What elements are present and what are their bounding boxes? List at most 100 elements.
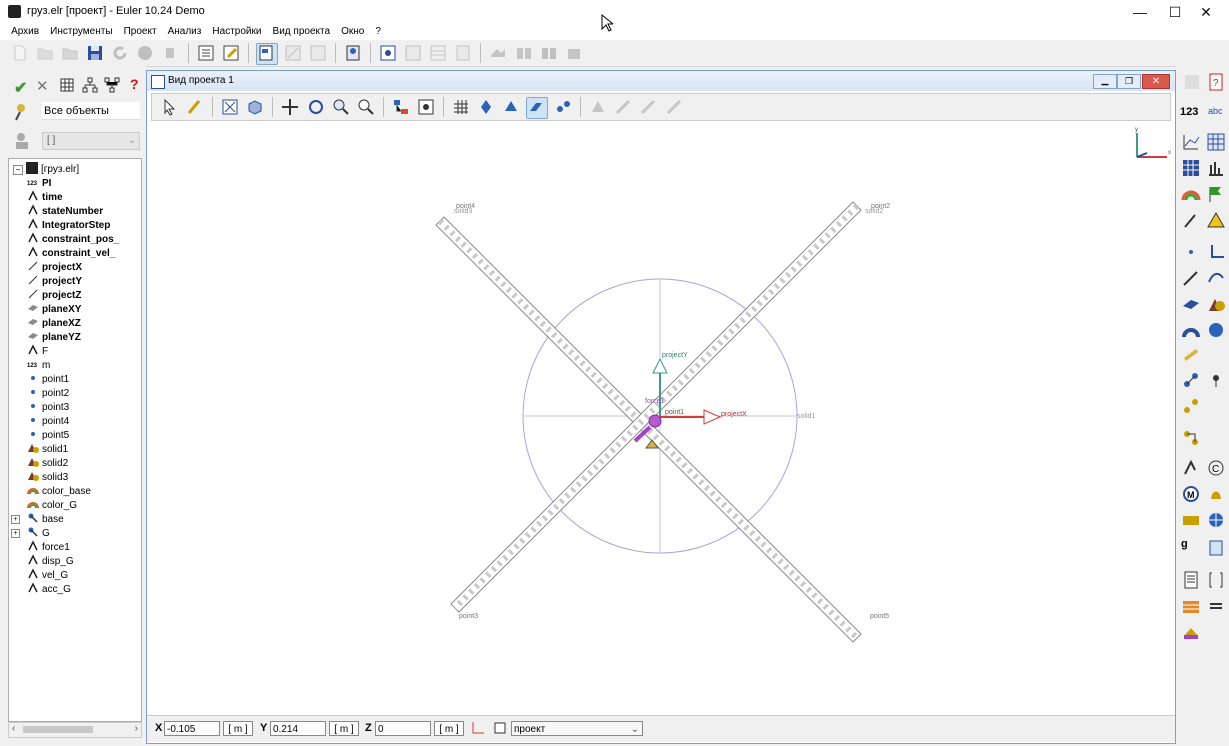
ruler-icon[interactable] [1181, 344, 1201, 364]
tree-item[interactable]: projectX [27, 260, 82, 274]
tree-item[interactable]: projectY [27, 274, 82, 288]
results-icon[interactable] [378, 43, 398, 63]
y-unit-button[interactable]: [ m ] [329, 721, 359, 736]
view-minimize-button[interactable]: ▁ [1093, 74, 1117, 89]
tree-item[interactable]: disp_G [27, 554, 74, 568]
x-coord-field[interactable]: -0.105 [164, 721, 220, 736]
string-icon[interactable]: abc [1208, 106, 1228, 126]
tree-item[interactable]: stateNumber [27, 204, 103, 218]
scroll-thumb[interactable] [23, 726, 93, 733]
check-icon[interactable]: ✔ [14, 78, 27, 98]
menu-help[interactable]: ? [371, 24, 385, 40]
tree-item[interactable]: planeYZ [27, 330, 81, 344]
zoom-out-icon[interactable] [356, 97, 376, 117]
list-icon[interactable] [196, 43, 216, 63]
simulation-icon[interactable] [343, 43, 363, 63]
help-icon[interactable]: ? [130, 76, 139, 92]
tree-item[interactable]: solid3 [27, 470, 68, 484]
plane-tool-icon[interactable] [1181, 294, 1201, 314]
bell-icon[interactable] [1206, 484, 1226, 504]
cube-view-icon[interactable] [245, 97, 265, 117]
arch-icon[interactable] [1181, 320, 1201, 340]
vector-create-icon[interactable] [1181, 268, 1201, 288]
book-open-icon[interactable] [539, 43, 559, 63]
export-icon[interactable] [403, 43, 423, 63]
pick-icon[interactable] [185, 97, 205, 117]
ball-icon[interactable] [1206, 510, 1226, 530]
reference-frame-select[interactable]: проект ⌄ [511, 721, 643, 736]
pan-icon[interactable] [280, 97, 300, 117]
menu-tools[interactable]: Инструменты [46, 24, 116, 40]
motor-icon[interactable]: M [1181, 484, 1201, 504]
tree-item[interactable]: point4 [27, 414, 69, 428]
mesh-icon[interactable] [588, 97, 608, 117]
tree-item[interactable]: 123 m [27, 358, 50, 372]
point-tool-icon[interactable] [1181, 242, 1201, 262]
equals-icon[interactable] [1206, 596, 1226, 616]
acc-tool-icon[interactable] [638, 97, 658, 117]
tree-item[interactable]: planeXY [27, 302, 81, 316]
light-icon[interactable] [476, 97, 496, 117]
frame-icon[interactable] [492, 720, 508, 736]
hierarchy-icon[interactable] [82, 77, 98, 93]
user-icon[interactable] [13, 131, 33, 151]
motion-icon[interactable] [1181, 458, 1201, 478]
tree-item[interactable]: color_base [27, 484, 91, 498]
tree-item[interactable]: + G [11, 526, 50, 540]
expand-icon[interactable]: + [11, 529, 20, 538]
scroll-right-icon[interactable]: › [135, 723, 138, 734]
rotate-icon[interactable] [306, 97, 326, 117]
tree-item[interactable]: time [27, 190, 63, 204]
bar-chart-icon[interactable] [1206, 158, 1226, 178]
y-coord-field[interactable]: 0.214 [270, 721, 326, 736]
scroll-left-icon[interactable]: ‹ [12, 723, 15, 734]
constraint-icon[interactable]: C [1206, 458, 1226, 478]
menu-settings[interactable]: Настройки [208, 24, 265, 40]
menu-project[interactable]: Проект [120, 24, 161, 40]
grid-icon[interactable] [60, 78, 74, 92]
shading-icon[interactable] [501, 97, 521, 117]
measure-tool-icon[interactable] [664, 97, 684, 117]
tree-item[interactable]: point5 [27, 428, 69, 442]
zoom-fit-icon[interactable] [220, 97, 240, 117]
bricks-icon[interactable] [1181, 596, 1201, 616]
sensor-icon[interactable] [1181, 510, 1201, 530]
menu-window[interactable]: Окно [337, 24, 368, 40]
collapse-icon[interactable]: − [13, 165, 23, 175]
book-icon[interactable] [514, 43, 534, 63]
view-close-button[interactable]: ✕ [1142, 74, 1170, 89]
edit-list-icon[interactable] [221, 43, 241, 63]
vector-tool-icon[interactable] [613, 97, 633, 117]
tree-item[interactable]: point3 [27, 400, 69, 414]
open-folder-icon[interactable] [60, 43, 80, 63]
flag-icon[interactable] [1206, 184, 1226, 204]
joints-icon[interactable] [553, 97, 573, 117]
filter-icon[interactable] [13, 102, 33, 122]
grid-toggle-icon[interactable] [451, 97, 471, 117]
tree-item[interactable]: color_G [27, 498, 77, 512]
close-button[interactable]: ✕ [1183, 0, 1229, 24]
axes-icon[interactable] [470, 720, 486, 736]
stop-icon[interactable] [160, 43, 180, 63]
tree-item[interactable]: solid2 [27, 456, 68, 470]
tree-item[interactable]: 123 PI [27, 176, 51, 190]
tree-item[interactable]: solid1 [27, 442, 68, 456]
menu-project-view[interactable]: Вид проекта [269, 24, 335, 40]
tree-item[interactable]: IntegratorStep [27, 218, 110, 232]
tree-item[interactable]: vel_G [27, 568, 68, 582]
hierarchy-view-icon[interactable] [391, 97, 411, 117]
integral-icon[interactable]: g [1181, 538, 1201, 558]
image-icon[interactable] [308, 43, 328, 63]
menu-archive[interactable]: Архив [7, 24, 43, 40]
object-combo[interactable]: [ ] ⌄ [42, 132, 140, 150]
cross-icon[interactable]: ✕ [36, 77, 49, 95]
view-restore-button[interactable]: ❐ [1117, 74, 1141, 89]
matrix-icon[interactable] [1181, 158, 1201, 178]
refresh-icon[interactable] [110, 43, 130, 63]
tree-item[interactable]: force1 [27, 540, 70, 554]
tree-item[interactable]: point1 [27, 372, 69, 386]
tree-item[interactable]: constraint_pos_ [27, 232, 119, 246]
pipette-icon[interactable] [1181, 210, 1201, 230]
report-icon[interactable] [453, 43, 473, 63]
tree-item[interactable]: point2 [27, 386, 69, 400]
